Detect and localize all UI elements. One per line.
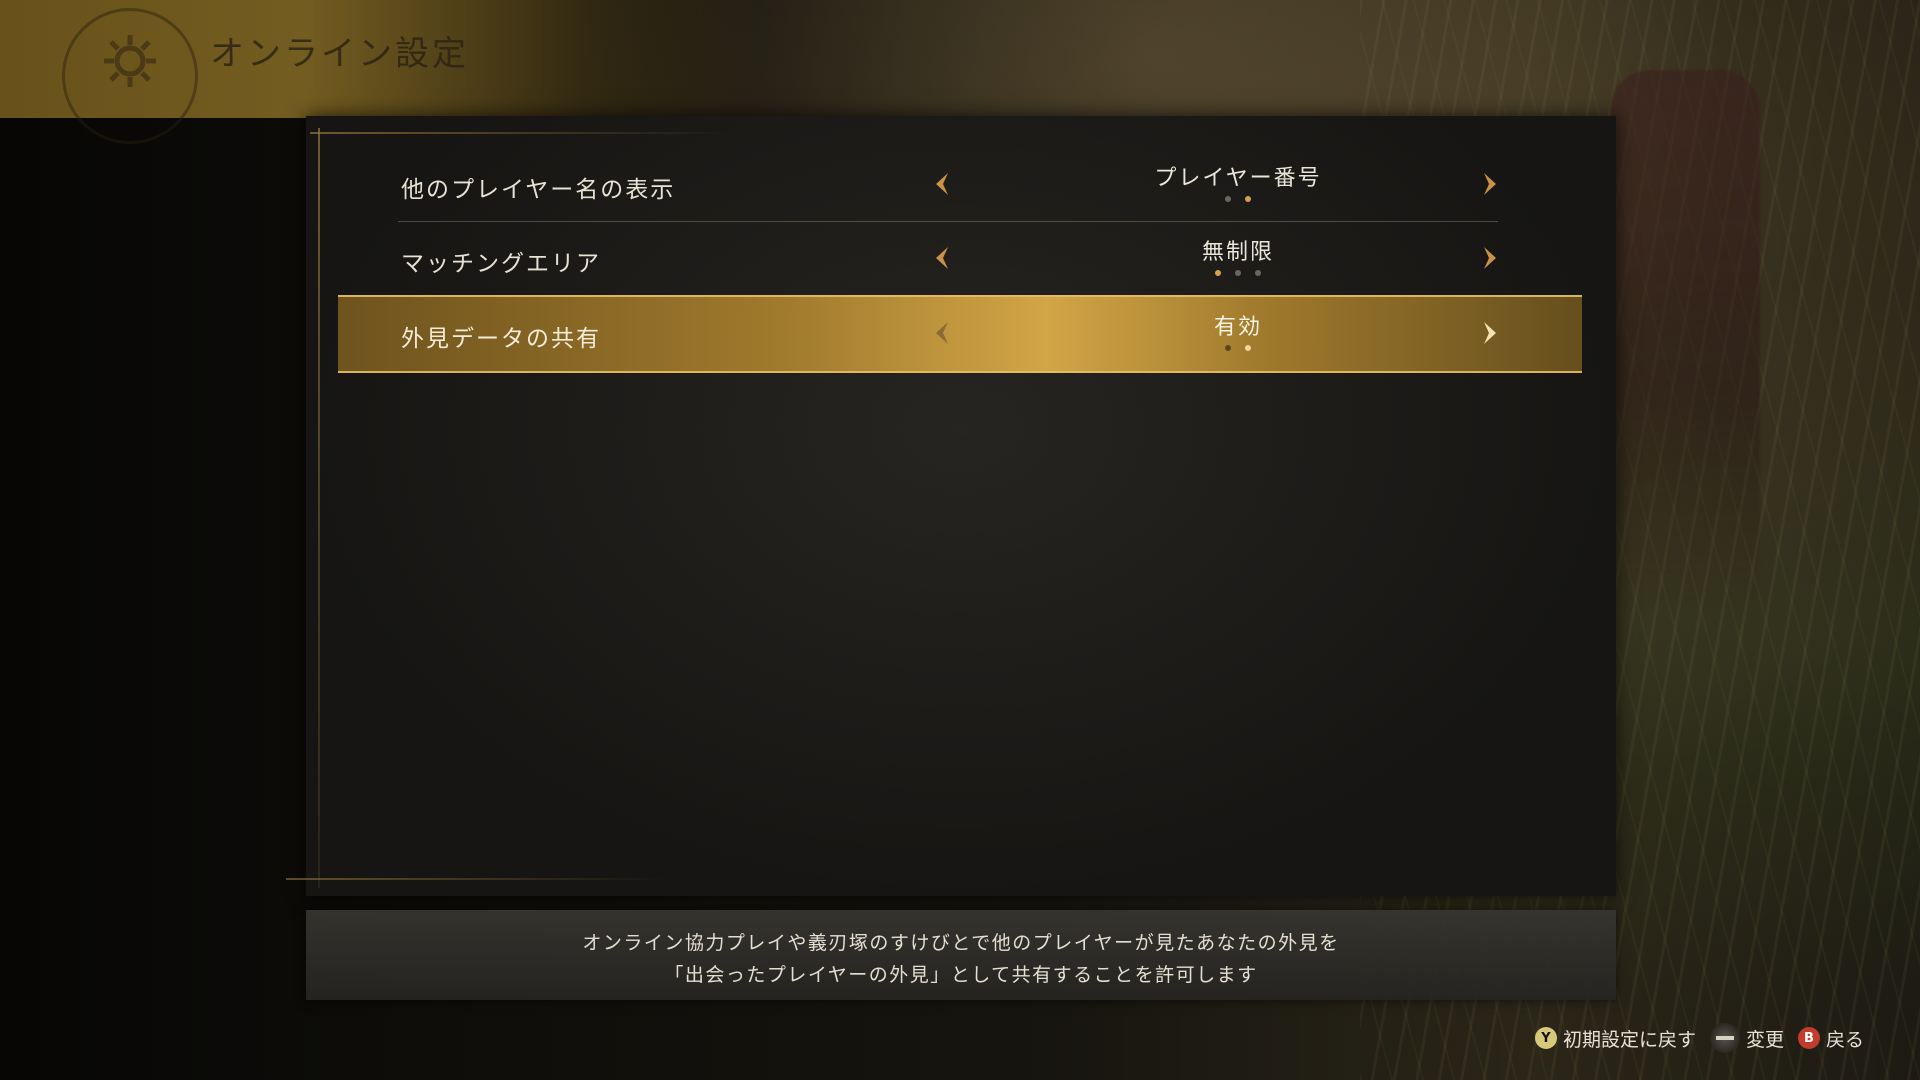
panel-border-bottom: [286, 878, 666, 880]
description-line-2: 「出会ったプレイヤーの外見」として共有することを許可します: [664, 964, 1258, 986]
header-banner: オンライン設定: [0, 0, 760, 144]
b-button-icon: B: [1797, 1027, 1820, 1049]
option-dot-active: [1215, 270, 1221, 276]
option-dot-active: [1245, 345, 1251, 351]
setting-row-matching-area[interactable]: マッチングエリア 無制限: [398, 222, 1498, 296]
setting-value: プレイヤー番号: [1154, 166, 1322, 191]
setting-label: 他のプレイヤー名の表示: [401, 177, 676, 203]
page-title: オンライン設定: [210, 34, 469, 74]
option-dot-active: [1245, 196, 1251, 202]
back-hint[interactable]: B 戻る: [1797, 1025, 1864, 1052]
option-dot: [1235, 270, 1241, 276]
reset-defaults-hint[interactable]: Y 初期設定に戻す: [1534, 1025, 1696, 1052]
chevron-right-icon[interactable]: [1474, 242, 1506, 274]
setting-value: 無制限: [1201, 240, 1274, 265]
chevron-right-icon[interactable]: [1474, 168, 1506, 200]
setting-row-appearance-sharing[interactable]: 外見データの共有 有効: [338, 295, 1582, 373]
description-box: オンライン協力プレイや義刃塚のすけびとで他のプレイヤーが見たあなたの外見を 「出…: [306, 910, 1616, 1000]
setting-label: マッチングエリア: [401, 251, 601, 277]
chevron-left-icon[interactable]: [926, 242, 958, 274]
option-indicator: [1018, 196, 1458, 202]
setting-value: 有効: [1213, 315, 1262, 340]
panel-border-left: [318, 128, 320, 888]
option-indicator: [1018, 345, 1458, 351]
gear-emblem-icon: [62, 8, 198, 144]
back-label: 戻る: [1825, 1028, 1864, 1051]
chevron-left-icon[interactable]: [926, 317, 958, 349]
option-dot: [1225, 345, 1231, 351]
panel-border-top: [310, 132, 730, 134]
setting-label: 外見データの共有: [401, 326, 601, 352]
y-button-icon: Y: [1534, 1027, 1557, 1049]
change-label: 変更: [1745, 1028, 1784, 1051]
dpad-icon: [1709, 1023, 1740, 1053]
reset-defaults-label: 初期設定に戻す: [1562, 1028, 1696, 1051]
description-line-1: オンライン協力プレイや義刃塚のすけびとで他のプレイヤーが見たあなたの外見を: [582, 932, 1340, 954]
option-dot: [1225, 196, 1231, 202]
button-hints: Y 初期設定に戻す 変更 B 戻る: [1534, 1023, 1864, 1053]
game-screen: オンライン設定 他のプレイヤー名の表示 プレイヤー番号 マッチングエリア 無制限: [0, 0, 1920, 1080]
chevron-right-icon[interactable]: [1474, 317, 1506, 349]
change-hint[interactable]: 変更: [1709, 1023, 1784, 1053]
chevron-left-icon[interactable]: [926, 168, 958, 200]
setting-row-player-name-display[interactable]: 他のプレイヤー名の表示 プレイヤー番号: [398, 148, 1498, 222]
option-dot: [1255, 270, 1261, 276]
background-warrior: [1610, 70, 1760, 610]
option-indicator: [1018, 270, 1458, 276]
